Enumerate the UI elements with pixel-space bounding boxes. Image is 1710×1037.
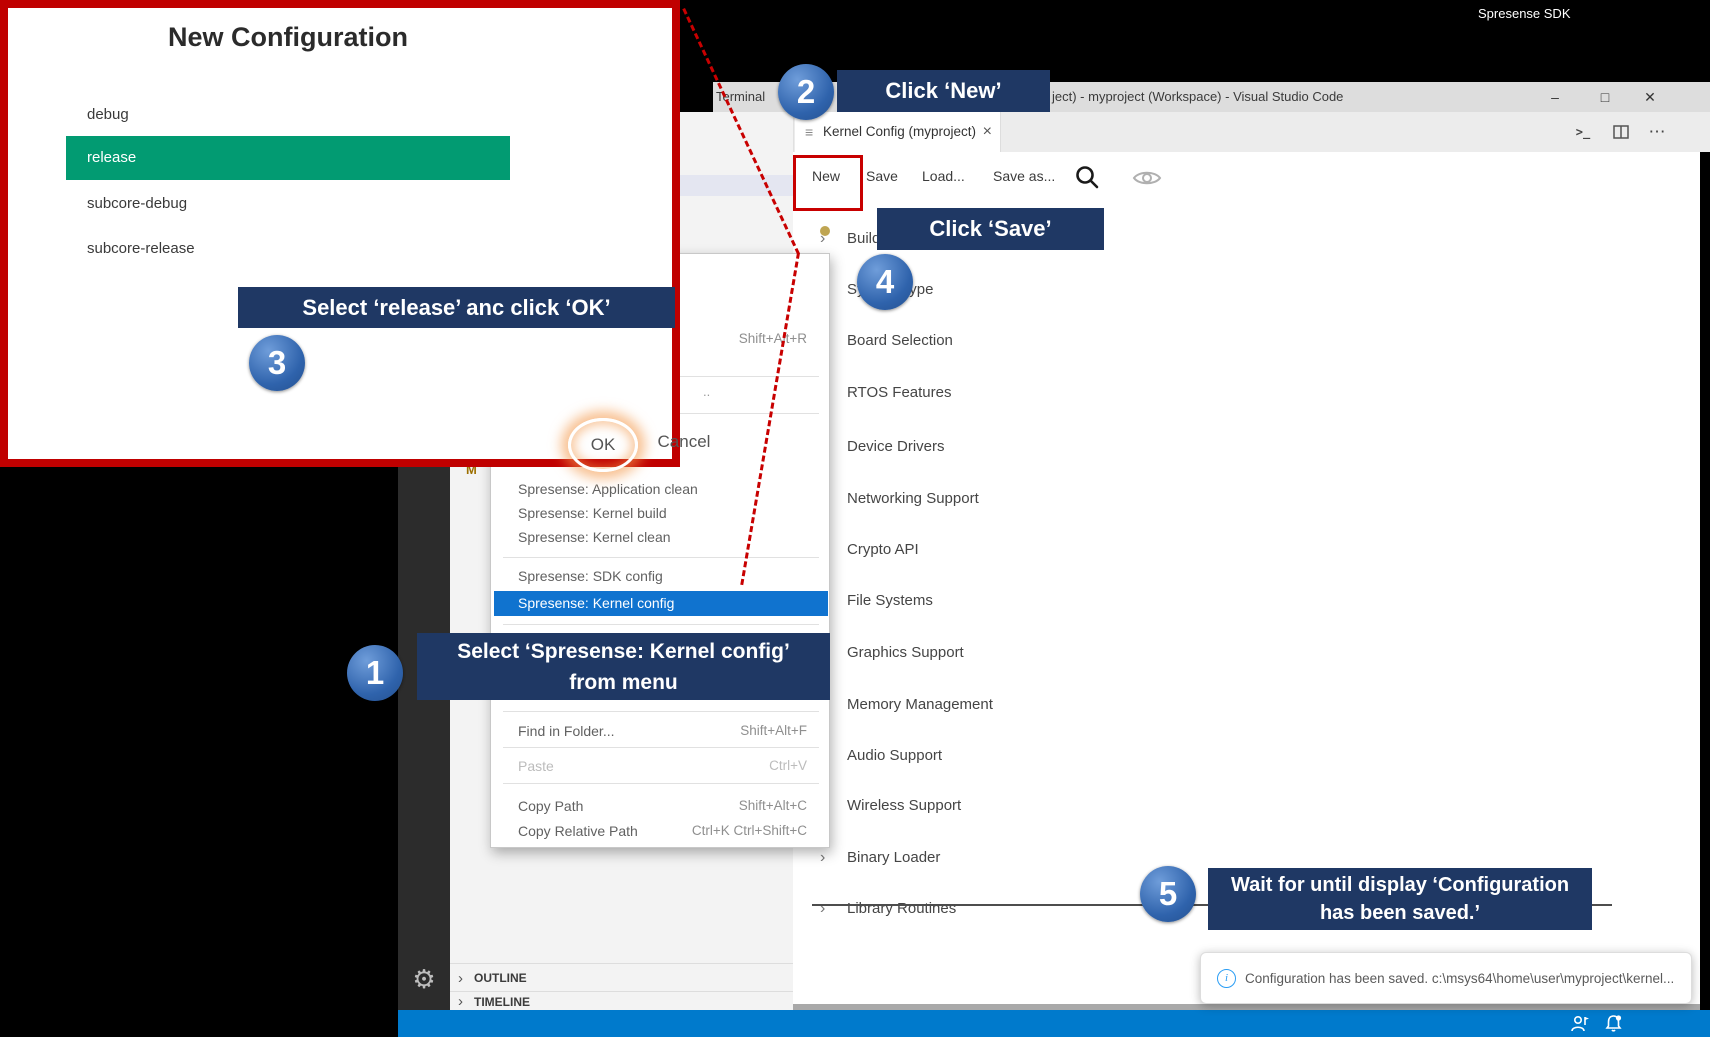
load-button[interactable]: Load...	[922, 152, 965, 200]
config-item-networking-support[interactable]: Networking Support	[820, 489, 1240, 509]
feedback-icon[interactable]	[1570, 1015, 1590, 1032]
annotation-banner-3: Select ‘release’ anc click ‘OK’	[238, 287, 675, 328]
screenshot-stage: Terminal ject) - myproject (Workspace) -…	[0, 0, 1710, 1037]
cancel-button[interactable]: Cancel	[653, 432, 715, 452]
menu-item-copy-relative-path[interactable]: Copy Relative Path	[518, 821, 638, 841]
menu-item-kernel-build[interactable]: Spresense: Kernel build	[518, 503, 667, 523]
menu-item-application-clean[interactable]: Spresense: Application clean	[518, 479, 698, 499]
config-option-debug[interactable]: debug	[87, 104, 129, 126]
tab-close-icon[interactable]: ×	[983, 112, 992, 152]
annotation-banner-2: Click ‘New’	[837, 70, 1050, 112]
step-badge-1: 1	[347, 645, 403, 701]
step-badge-4: 4	[857, 254, 913, 310]
step-badge-3: 3	[249, 335, 305, 391]
chevron-right-icon: ›	[458, 992, 463, 1011]
tab-label: Kernel Config (myproject)	[823, 112, 976, 152]
menu-item-paste: Paste	[518, 756, 554, 776]
sidebar-section-outline[interactable]: › OUTLINE	[450, 963, 793, 992]
step-badge-5: 5	[1140, 866, 1196, 922]
save-button[interactable]: Save	[866, 152, 898, 200]
menu-separator	[503, 557, 819, 558]
menu-item-find-in-folder[interactable]: Find in Folder...	[518, 721, 615, 741]
status-spresense-sdk[interactable]: Spresense SDK	[1478, 0, 1571, 27]
sidebar-section-timeline[interactable]: › TIMELINE	[450, 991, 793, 1011]
window-title: ject) - myproject (Workspace) - Visual S…	[1052, 82, 1343, 112]
step-badge-2: 2	[778, 64, 834, 120]
menu-shortcut: Shift+Alt+F	[740, 721, 807, 741]
bell-icon[interactable]	[1604, 1014, 1623, 1033]
config-item-audio-support[interactable]: Audio Support	[820, 746, 1240, 766]
notification-message: Configuration has been saved. c:\msys64\…	[1245, 971, 1674, 986]
split-editor-icon[interactable]	[1606, 112, 1636, 152]
config-item-file-systems[interactable]: File Systems	[820, 591, 1240, 611]
config-item-device-drivers[interactable]: Device Drivers	[820, 437, 1240, 457]
info-icon: i	[1217, 969, 1236, 988]
chevron-right-icon: ›	[820, 848, 825, 868]
status-bar	[398, 1010, 1710, 1037]
highlight-box-new-button	[793, 155, 863, 211]
eye-icon[interactable]	[1132, 168, 1162, 188]
chevron-right-icon: ›	[820, 229, 825, 249]
menu-separator	[503, 747, 819, 748]
config-item-graphics-support[interactable]: Graphics Support	[820, 643, 1240, 663]
search-icon[interactable]	[1074, 164, 1100, 190]
menu-item-kernel-config[interactable]: Spresense: Kernel config	[494, 591, 828, 616]
config-item-binary-loader[interactable]: › Binary Loader	[820, 848, 1240, 868]
chevron-right-icon: ›	[458, 964, 463, 992]
config-item-rtos-features[interactable]: RTOS Features	[820, 383, 1240, 403]
minimize-button[interactable]: –	[1538, 82, 1572, 112]
dialog-title: New Configuration	[48, 22, 528, 53]
config-item-wireless-support[interactable]: Wireless Support	[820, 796, 1240, 816]
config-item-board-selection[interactable]: Board Selection	[820, 331, 1240, 351]
config-option-subcore-release[interactable]: subcore-release	[87, 238, 195, 260]
config-option-subcore-debug[interactable]: subcore-debug	[87, 193, 187, 215]
config-item-crypto-api[interactable]: Crypto API	[820, 540, 1240, 560]
menu-separator	[503, 711, 819, 712]
config-option-release[interactable]: release	[66, 136, 510, 180]
menu-separator	[503, 624, 819, 625]
config-item-memory-management[interactable]: Memory Management	[820, 695, 1240, 715]
save-as-button[interactable]: Save as...	[993, 152, 1055, 200]
menu-shortcut: Ctrl+K Ctrl+Shift+C	[692, 821, 807, 841]
ok-button[interactable]: OK	[568, 418, 638, 472]
gear-icon[interactable]: ⚙	[398, 964, 450, 995]
menu-shortcut: Shift+Alt+C	[739, 796, 807, 816]
menu-separator	[503, 783, 819, 784]
menu-item-tail: ..	[703, 384, 710, 399]
annotation-banner-5: Wait for until display ‘Configuration ha…	[1208, 868, 1592, 930]
menu-item-kernel-clean[interactable]: Spresense: Kernel clean	[518, 527, 671, 547]
chevron-right-icon: ›	[820, 899, 825, 919]
menu-item-sdk-config[interactable]: Spresense: SDK config	[518, 566, 663, 586]
menu-item-copy-path[interactable]: Copy Path	[518, 796, 583, 816]
notification-toast: i Configuration has been saved. c:\msys6…	[1200, 952, 1692, 1004]
close-button[interactable]: ✕	[1633, 82, 1667, 112]
annotation-banner-1: Select ‘Spresense: Kernel config’ from m…	[417, 633, 830, 700]
terminal-icon[interactable]: >_	[1568, 112, 1598, 152]
new-configuration-dialog: New Configuration debug release subcore-…	[0, 0, 680, 467]
maximize-button[interactable]: □	[1588, 82, 1622, 112]
annotation-banner-4: Click ‘Save’	[877, 208, 1104, 250]
more-actions-icon[interactable]: ⋯	[1642, 112, 1672, 152]
menu-shortcut: Ctrl+V	[769, 756, 807, 776]
menu-shortcut-reveal: Shift+Alt+R	[739, 329, 807, 349]
tab-kernel-config[interactable]: ≡ Kernel Config (myproject) ×	[795, 112, 1001, 152]
